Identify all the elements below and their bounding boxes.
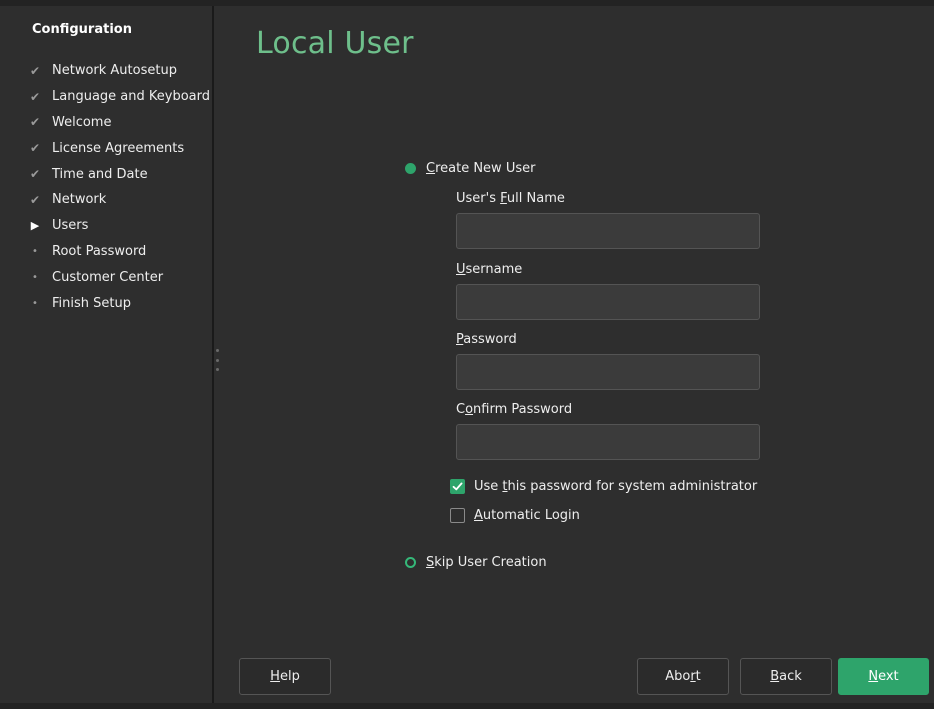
sidebar-step-network: ✔ Network [24, 187, 210, 213]
installer-window: Configuration ✔ Network Autosetup ✔ Languag… [0, 0, 934, 709]
sidebar-step-label: Network Autosetup [52, 63, 177, 79]
password-input[interactable] [456, 354, 760, 390]
triangle-right-icon: ▶ [30, 219, 40, 233]
sidebar-step-users: ▶ Users [24, 213, 210, 239]
checkmark-icon: ✔ [29, 63, 41, 78]
sidebar-step-label: License Agreements [52, 140, 185, 156]
sidebar-step-label: Customer Center [52, 269, 164, 285]
next-button[interactable]: Next [838, 658, 929, 695]
checkbox-unchecked-icon [450, 508, 465, 523]
full-name-label: User's Full Name [456, 191, 565, 206]
bullet-icon: • [32, 245, 38, 257]
sidebar-step-label: Users [52, 218, 89, 234]
bullet-icon: • [32, 271, 38, 283]
sidebar: Configuration ✔ Network Autosetup ✔ Languag… [0, 6, 212, 703]
abort-button[interactable]: Abo r t [637, 658, 729, 695]
sidebar-step-label: Welcome [52, 114, 112, 130]
sidebar-step-label: Language and Keyboard [52, 89, 210, 105]
confirm-password-label: Confirm Password [456, 402, 573, 417]
step-list: ✔ Network Autosetup ✔ Language and Keyboard… [24, 58, 210, 316]
sidebar-step-time-and-date: ✔ Time and Date [24, 161, 210, 187]
username-label: Username [456, 262, 523, 277]
sidebar-step-label: Finish Setup [52, 295, 131, 311]
sidebar-step-label: Network [52, 192, 107, 208]
checkmark-icon: ✔ [29, 192, 41, 207]
sidebar-title: Configuration [32, 22, 132, 37]
automatic-login-checkbox[interactable]: Automatic Login [450, 508, 580, 523]
checkmark-icon: ✔ [29, 141, 41, 156]
password-label: Password [456, 332, 517, 347]
back-button[interactable]: Back [740, 658, 832, 695]
full-name-input[interactable] [456, 213, 760, 249]
sidebar-step-language-and-keyboard: ✔ Language and Keyboard [24, 84, 210, 110]
radio-selected-icon [405, 163, 416, 174]
sidebar-step-license-agreements: ✔ License Agreements [24, 135, 210, 161]
sidebar-step-welcome: ✔ Welcome [24, 110, 210, 136]
username-input[interactable] [456, 284, 760, 320]
skip-user-creation-label: Skip User Creation [426, 555, 547, 570]
drag-handle-icon[interactable] [216, 349, 219, 371]
checkmark-icon: ✔ [29, 115, 41, 130]
sidebar-step-finish-setup: • Finish Setup [24, 290, 210, 316]
checkmark-icon: ✔ [29, 89, 41, 104]
sidebar-step-root-password: • Root Password [24, 239, 210, 265]
pane-divider[interactable] [212, 6, 214, 703]
checkmark-icon: ✔ [29, 167, 41, 182]
sidebar-step-label: Root Password [52, 243, 147, 259]
sidebar-step-label: Time and Date [52, 166, 148, 182]
use-password-for-admin-checkbox[interactable]: Use this password for system administrat… [450, 479, 757, 494]
sidebar-step-network-autosetup: ✔ Network Autosetup [24, 58, 210, 84]
skip-user-creation-radio[interactable]: Skip User Creation [405, 555, 547, 570]
create-new-user-label: Create New User [426, 161, 536, 176]
confirm-password-input[interactable] [456, 424, 760, 460]
checkbox-checked-icon [450, 479, 465, 494]
page-title: Local User [256, 26, 414, 61]
create-new-user-radio[interactable]: Create New User [405, 161, 535, 176]
use-password-for-admin-label: Use this password for system administrat… [474, 479, 758, 494]
radio-unselected-icon [405, 557, 416, 568]
bullet-icon: • [32, 297, 38, 309]
help-button[interactable]: Help [239, 658, 331, 695]
sidebar-step-customer-center: • Customer Center [24, 264, 210, 290]
automatic-login-label: Automatic Login [474, 508, 580, 523]
